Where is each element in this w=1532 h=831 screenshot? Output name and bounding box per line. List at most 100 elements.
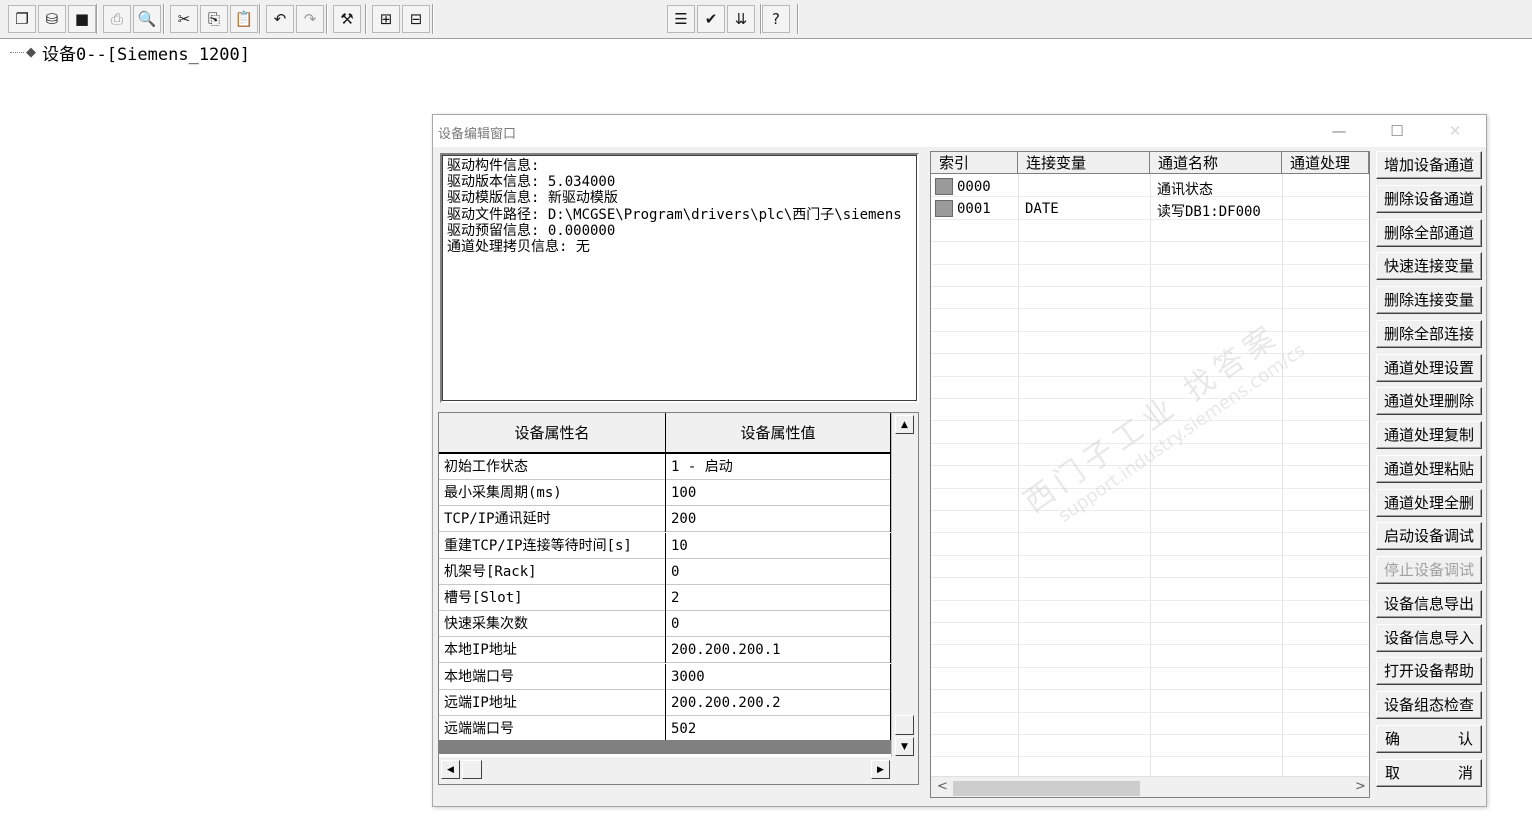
property-row[interactable]: 本地端口号 3000 bbox=[439, 663, 891, 690]
property-row[interactable]: 远端IP地址 200.200.200.2 bbox=[439, 689, 891, 716]
action-button[interactable]: 打开设备帮助 bbox=[1376, 657, 1482, 686]
toolbar-group: ❐ ⛁ ■ bbox=[8, 5, 98, 33]
property-row[interactable]: 本地IP地址 200.200.200.1 bbox=[439, 637, 891, 664]
grid-horizontal-scrollbar[interactable]: < > bbox=[931, 776, 1369, 797]
property-value[interactable]: 502 bbox=[666, 716, 891, 742]
property-row[interactable]: 机架号[Rack] 0 bbox=[439, 558, 891, 585]
save-icon: ■ bbox=[74, 10, 90, 28]
window-titlebar[interactable]: 设备编辑窗口 — ☐ ✕ bbox=[433, 115, 1486, 147]
copy-icon: ⎘ bbox=[207, 10, 220, 28]
property-value[interactable]: 10 bbox=[666, 532, 891, 559]
confirm-button-label-right: 认 bbox=[1457, 729, 1473, 748]
action-button[interactable]: 通道处理全删 bbox=[1376, 488, 1482, 517]
redo-button[interactable]: ↷ bbox=[296, 5, 324, 33]
tree-expand-button[interactable]: ⊞ bbox=[372, 5, 400, 33]
grid-row-line bbox=[931, 756, 1369, 758]
action-button[interactable]: 增加设备通道 bbox=[1376, 151, 1482, 179]
property-value[interactable]: 0 bbox=[666, 611, 891, 638]
grid-scroll-left-icon[interactable]: < bbox=[937, 779, 948, 794]
sort-button[interactable]: ⇊ bbox=[727, 5, 755, 33]
action-button[interactable]: 删除连接变量 bbox=[1376, 286, 1482, 314]
property-value[interactable]: 100 bbox=[666, 480, 891, 507]
prop-vertical-scrollbar[interactable]: ▲ ▼ bbox=[891, 413, 918, 757]
property-value[interactable]: 0 bbox=[666, 558, 891, 585]
action-button[interactable]: 快速连接变量 bbox=[1376, 252, 1482, 281]
save-button[interactable]: ■ bbox=[68, 5, 96, 33]
action-button[interactable]: 设备信息导出 bbox=[1376, 589, 1482, 618]
property-row[interactable]: 初始工作状态 1 - 启动 bbox=[439, 454, 891, 480]
print-button[interactable]: ⎙ bbox=[103, 5, 131, 33]
property-row[interactable]: TCP/IP通讯延时 200 bbox=[439, 506, 891, 533]
copy-button[interactable]: ⎘ bbox=[200, 5, 228, 33]
property-name: 快速采集次数 bbox=[439, 611, 666, 638]
scroll-up-icon[interactable]: ▲ bbox=[895, 415, 914, 434]
property-value[interactable]: 2 bbox=[666, 585, 891, 611]
confirm-button[interactable]: 确认 bbox=[1376, 724, 1482, 753]
property-value[interactable]: 200.200.200.1 bbox=[666, 637, 891, 664]
property-row[interactable]: 槽号[Slot] 2 bbox=[439, 585, 891, 611]
property-row[interactable]: 远端端口号 502 bbox=[439, 716, 891, 742]
scroll-left-icon[interactable]: ◀ bbox=[441, 760, 460, 779]
property-name: 初始工作状态 bbox=[439, 454, 666, 480]
grid-scroll-thumb[interactable] bbox=[953, 781, 1140, 796]
check-button[interactable]: ✔ bbox=[697, 5, 725, 33]
action-button[interactable]: 删除全部连接 bbox=[1376, 319, 1482, 348]
action-button[interactable]: 通道处理设置 bbox=[1376, 353, 1482, 382]
grid-row-line bbox=[931, 532, 1369, 534]
action-button[interactable]: 启动设备调试 bbox=[1376, 522, 1482, 551]
scroll-down-icon[interactable]: ▼ bbox=[895, 737, 914, 756]
cancel-button[interactable]: 取消 bbox=[1376, 758, 1482, 787]
action-button[interactable]: 通道处理删除 bbox=[1376, 387, 1482, 416]
channel-row[interactable]: 0001 DATE 读写DB1:DF000 bbox=[931, 198, 1369, 220]
channel-icon bbox=[935, 178, 953, 195]
col-header-channel-process[interactable]: 通道处理 bbox=[1282, 152, 1369, 174]
action-button[interactable]: 停止设备调试 bbox=[1376, 556, 1482, 584]
property-name: 重建TCP/IP连接等待时间[s] bbox=[439, 532, 666, 559]
action-button[interactable]: 通道处理复制 bbox=[1376, 421, 1482, 449]
minimize-button[interactable]: — bbox=[1316, 119, 1362, 143]
grid-scroll-right-icon[interactable]: > bbox=[1355, 779, 1366, 794]
undo-button[interactable]: ↶ bbox=[266, 5, 294, 33]
col-header-variable[interactable]: 连接变量 bbox=[1018, 152, 1150, 174]
property-value[interactable]: 3000 bbox=[666, 663, 891, 690]
prop-horizontal-scrollbar[interactable]: ◀ ▶ bbox=[439, 757, 918, 784]
paste-button[interactable]: 📋 bbox=[230, 5, 258, 33]
action-button[interactable]: 删除全部通道 bbox=[1376, 218, 1482, 247]
property-value[interactable]: 200.200.200.2 bbox=[666, 689, 891, 716]
toolbar-group: ⊞ ⊟ bbox=[372, 5, 432, 33]
hscroll-thumb[interactable] bbox=[462, 760, 482, 779]
action-button[interactable]: 设备组态检查 bbox=[1376, 691, 1482, 719]
properties-button[interactable]: ☰ bbox=[667, 5, 695, 33]
tree-collapse-button[interactable]: ⊟ bbox=[402, 5, 430, 33]
grid-row-line bbox=[931, 353, 1369, 355]
channel-row[interactable]: 0000 通讯状态 bbox=[931, 176, 1369, 198]
property-value[interactable]: 200 bbox=[666, 506, 891, 533]
grid-row-line bbox=[931, 734, 1369, 735]
action-button[interactable]: 通道处理粘贴 bbox=[1376, 454, 1482, 483]
channel-grid: 索引 连接变量 通道名称 通道处理 0000 通讯状态 0001 DATE 读写DB1:… bbox=[930, 151, 1370, 798]
scroll-right-icon[interactable]: ▶ bbox=[871, 760, 890, 779]
driver-info-box[interactable]: 驱动构件信息: 驱动版本信息: 5.034000 驱动模版信息: 新驱动模版 驱动文件… bbox=[440, 153, 919, 403]
maximize-button[interactable]: ☐ bbox=[1374, 119, 1420, 143]
help-button[interactable]: ? bbox=[762, 5, 790, 33]
database-icon: ⛁ bbox=[45, 10, 59, 28]
print-preview-button[interactable]: 🔍 bbox=[133, 5, 161, 33]
action-button[interactable]: 设备信息导入 bbox=[1376, 623, 1482, 652]
prop-value-header[interactable]: 设备属性值 bbox=[666, 413, 891, 454]
new-window-button[interactable]: ❐ bbox=[8, 5, 36, 33]
property-value[interactable]: 1 - 启动 bbox=[666, 454, 891, 480]
driver-info-line: 驱动版本信息: 5.034000 bbox=[447, 174, 616, 191]
action-button[interactable]: 删除设备通道 bbox=[1376, 184, 1482, 213]
scroll-thumb[interactable] bbox=[895, 715, 914, 735]
cut-button[interactable]: ✂ bbox=[170, 5, 198, 33]
tools-button[interactable]: ⚒ bbox=[333, 5, 361, 33]
prop-name-header[interactable]: 设备属性名 bbox=[439, 413, 666, 454]
property-row[interactable]: 重建TCP/IP连接等待时间[s] 10 bbox=[439, 532, 891, 559]
property-row[interactable]: 快速采集次数 0 bbox=[439, 611, 891, 638]
close-button[interactable]: ✕ bbox=[1432, 119, 1478, 143]
col-header-index[interactable]: 索引 bbox=[931, 152, 1018, 174]
database-button[interactable]: ⛁ bbox=[38, 5, 66, 33]
tree-item-device0[interactable]: 设备0--[Siemens_1200] bbox=[42, 40, 250, 65]
property-row[interactable]: 最小采集周期(ms) 100 bbox=[439, 480, 891, 507]
col-header-channel-name[interactable]: 通道名称 bbox=[1150, 152, 1282, 174]
